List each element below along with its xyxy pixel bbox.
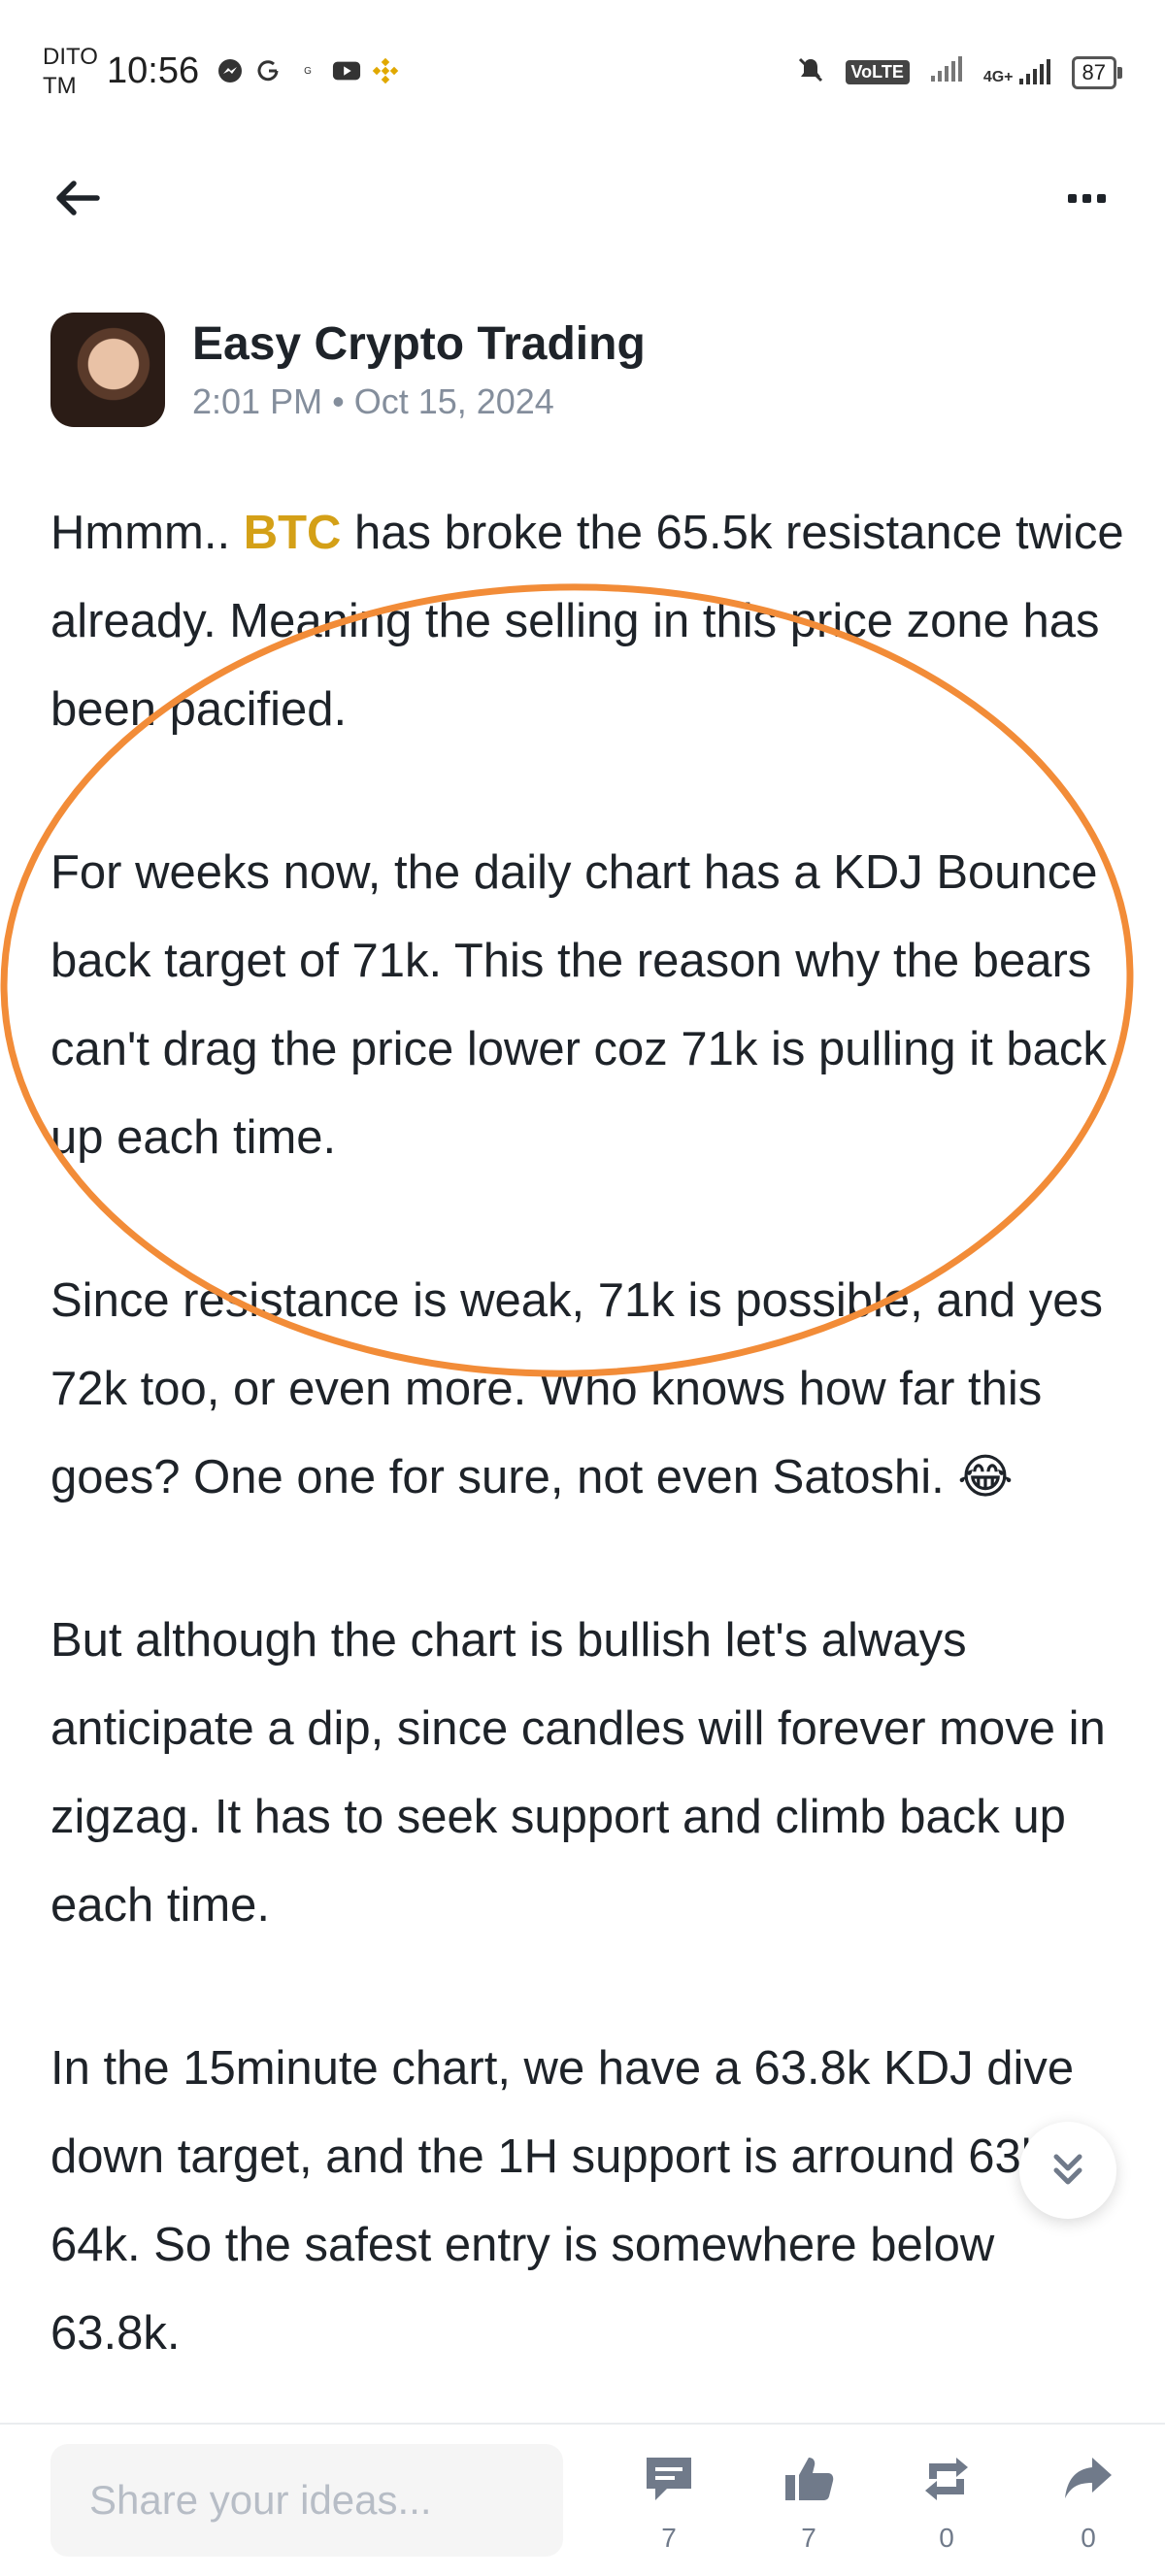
post-body: Hmmm.. BTC has broke the 65.5k resistanc…	[50, 489, 1128, 2453]
thumbs-up-icon	[785, 2458, 834, 2500]
messenger-icon	[216, 56, 245, 85]
double-chevron-down-icon	[1053, 2154, 1082, 2185]
share-count: 0	[1081, 2523, 1096, 2553]
post-paragraph-2: For weeks now, the daily chart has a KDJ…	[50, 846, 1107, 1164]
notification-icons: G	[216, 56, 400, 85]
share-arrow-icon	[1065, 2458, 1112, 2498]
ticker-link-btc[interactable]: BTC	[244, 507, 342, 559]
mute-icon	[795, 54, 826, 90]
more-options-icon[interactable]	[1052, 169, 1120, 227]
volte-badge: VoLTE	[845, 60, 910, 84]
author-name[interactable]: Easy Crypto Trading	[192, 317, 646, 372]
youtube-icon	[332, 56, 361, 85]
repost-button[interactable]: 0	[903, 2454, 990, 2554]
like-button[interactable]: 7	[765, 2454, 852, 2554]
like-count: 7	[801, 2523, 816, 2553]
binance-icon	[371, 56, 400, 85]
top-nav	[0, 146, 1165, 243]
comment-button[interactable]: 7	[625, 2454, 713, 2554]
post-timestamp: 2:01 PM • Oct 15, 2024	[192, 381, 554, 421]
post-paragraph-3: Since resistance is weak, 71k is possibl…	[50, 1274, 1103, 1503]
comment-icon	[647, 2458, 691, 2500]
gcash-icon: G	[304, 65, 312, 77]
post-paragraph-5: In the 15minute chart, we have a 63.8k K…	[50, 2042, 1075, 2360]
share-button[interactable]: 0	[1045, 2454, 1132, 2554]
post-paragraph-1: Hmmm.. BTC has broke the 65.5k resistanc…	[50, 507, 1124, 736]
signal-icon-sim1	[929, 56, 964, 88]
bottom-action-bar: 7 7 0 0	[0, 2423, 1165, 2576]
post-paragraph-4: But although the chart is bullish let's …	[50, 1614, 1106, 1932]
back-arrow-icon[interactable]	[49, 169, 107, 227]
scroll-down-button[interactable]	[1019, 2122, 1116, 2219]
post-author[interactable]: Easy Crypto Trading 2:01 PM • Oct 15, 2024	[50, 313, 646, 427]
comment-count: 7	[661, 2523, 677, 2553]
system-icons: VoLTE 4G+ 87	[795, 54, 1123, 90]
battery-indicator: 87	[1071, 55, 1123, 89]
google-icon	[254, 56, 283, 85]
clock: 10:56	[107, 50, 200, 91]
repost-count: 0	[939, 2523, 954, 2553]
avatar[interactable]	[50, 313, 165, 427]
share-ideas-input[interactable]	[50, 2444, 563, 2557]
repost-icon	[925, 2458, 968, 2500]
signal-icon-sim2: 4G+	[983, 58, 1052, 86]
status-bar: DITO TM 10:56 G VoLTE 4G+ 87	[0, 0, 1165, 146]
carrier-label: DITO TM	[43, 44, 98, 99]
